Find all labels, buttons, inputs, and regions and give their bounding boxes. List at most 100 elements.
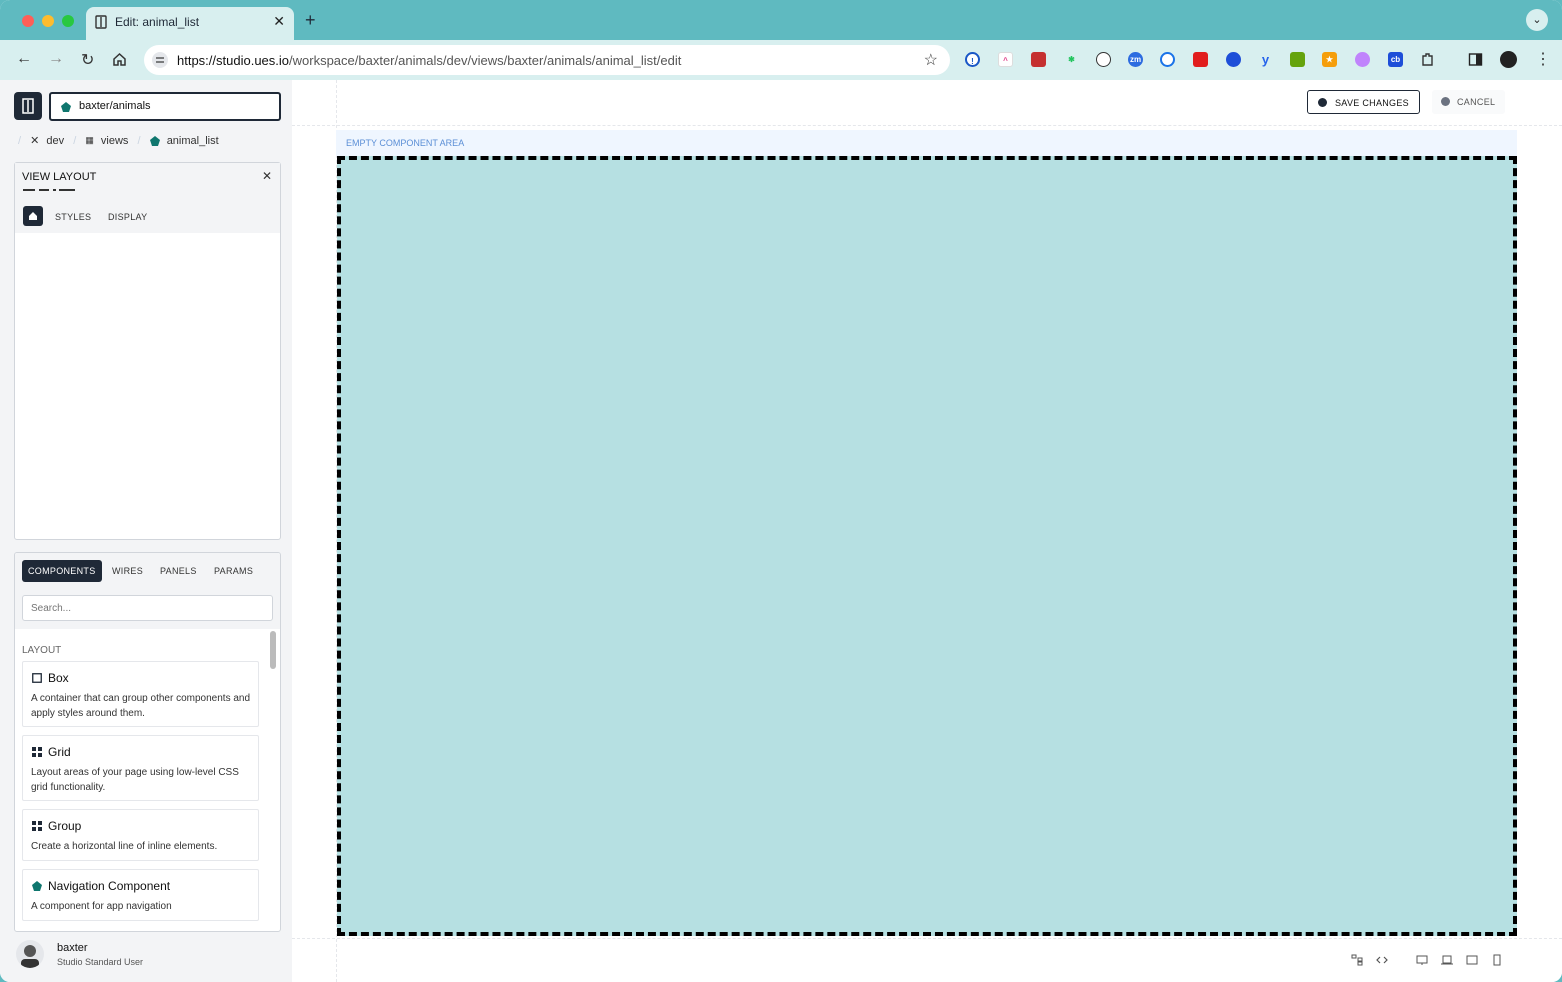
component-description: A component for app navigation: [31, 901, 172, 912]
save-changes-label: SAVE CHANGES: [1335, 98, 1409, 108]
save-changes-button[interactable]: SAVE CHANGES: [1307, 90, 1420, 114]
tab-panels[interactable]: PANELS: [160, 566, 197, 576]
ext-y-icon[interactable]: y: [1258, 52, 1273, 67]
pentagon-icon: [32, 881, 42, 891]
avatar[interactable]: [16, 940, 44, 968]
back-arrow-icon[interactable]: ←: [16, 50, 32, 68]
tablet-icon[interactable]: [1466, 954, 1478, 966]
ext-ghost-icon[interactable]: [1096, 52, 1111, 67]
browser-tab[interactable]: Edit: animal_list ✕: [86, 7, 294, 40]
reload-icon[interactable]: ↻: [81, 50, 94, 70]
tab-wires[interactable]: WIRES: [112, 566, 143, 576]
breadcrumb-views[interactable]: views: [101, 135, 129, 147]
component-search-input[interactable]: [22, 595, 273, 621]
component-area-header: EMPTY COMPONENT AREA: [336, 130, 1517, 156]
view-layout-header: VIEW LAYOUT ✕ STYLES DISPLAY: [15, 163, 280, 233]
zoom-icon[interactable]: zm: [1128, 52, 1143, 67]
bookmark-star-icon[interactable]: ☆: [924, 50, 938, 70]
close-window-button[interactable]: [22, 15, 34, 27]
tools-icon: ✕: [30, 135, 40, 147]
component-description: Layout areas of your page using low-leve…: [31, 767, 239, 793]
breadcrumb-dev[interactable]: dev: [46, 135, 64, 147]
tab-components[interactable]: COMPONENTS: [22, 560, 102, 582]
side-panel-icon[interactable]: [1468, 52, 1483, 67]
home-icon[interactable]: [112, 52, 127, 67]
grid-icon: [32, 747, 42, 757]
components-panel-header: COMPONENTS WIRES PANELS PARAMS: [15, 553, 280, 629]
extensions-puzzle-icon[interactable]: [1420, 52, 1435, 67]
tab-params[interactable]: PARAMS: [214, 566, 253, 576]
tab-close-icon[interactable]: ✕: [273, 13, 285, 30]
workspace-selector[interactable]: baxter/animals: [49, 92, 281, 121]
grid-icon: [32, 821, 42, 831]
forward-arrow-icon[interactable]: →: [48, 50, 64, 68]
1password-icon[interactable]: !: [965, 52, 980, 67]
browser-menu-icon[interactable]: ⋮: [1535, 49, 1551, 69]
code-icon[interactable]: [1376, 954, 1388, 966]
component-drop-area[interactable]: [337, 156, 1517, 936]
clickup-icon[interactable]: ^: [998, 52, 1013, 67]
browser-toolbar: ← → ↻ https://studio.ues.io/workspace/ba…: [0, 40, 1562, 80]
component-description: A container that can group other compone…: [31, 693, 251, 719]
minimize-window-button[interactable]: [42, 15, 54, 27]
site-settings-icon[interactable]: [152, 52, 168, 68]
layout-dashes-icon: [23, 189, 75, 191]
desktop-icon[interactable]: [1416, 954, 1428, 966]
pentagon-icon: [61, 102, 71, 112]
acrobat-icon[interactable]: [1193, 52, 1208, 67]
url-host: https://studio.ues.io: [177, 53, 290, 68]
user-name: baxter: [57, 942, 88, 954]
ext-printer-icon[interactable]: [1290, 52, 1305, 67]
tab-display[interactable]: DISPLAY: [108, 212, 147, 222]
ext-star-icon[interactable]: ★: [1322, 52, 1337, 67]
components-scrollbar[interactable]: [270, 631, 276, 669]
component-name: Grid: [48, 745, 71, 759]
home-tab-button[interactable]: [23, 206, 43, 226]
grid-icon: ▦: [85, 135, 94, 145]
section-layout-label: LAYOUT: [22, 645, 62, 656]
laptop-icon[interactable]: [1441, 954, 1453, 966]
breadcrumb-animal-list[interactable]: animal_list: [167, 135, 219, 147]
cancel-circle-icon: [1441, 97, 1450, 106]
view-layout-title: VIEW LAYOUT: [22, 171, 97, 183]
maximize-window-button[interactable]: [62, 15, 74, 27]
browser-window: Edit: animal_list ✕ + ⌄ ← → ↻ https://st…: [0, 0, 1562, 982]
ues-favicon-icon: [95, 15, 107, 29]
tab-search-chevron-icon[interactable]: ⌄: [1526, 9, 1548, 31]
ext-color-icon[interactable]: [1355, 52, 1370, 67]
profile-avatar-icon[interactable]: [1500, 51, 1517, 68]
ues-logo-icon: [22, 98, 34, 114]
ext-pie-icon[interactable]: [1226, 52, 1241, 67]
mobile-icon[interactable]: [1491, 954, 1503, 966]
view-layout-panel: VIEW LAYOUT ✕ STYLES DISPLAY: [14, 162, 281, 540]
component-card-grid[interactable]: Grid Layout areas of your page using low…: [22, 735, 259, 801]
ues-logo-button[interactable]: [14, 92, 42, 120]
tab-title: Edit: animal_list: [115, 15, 200, 29]
guide-line: [292, 125, 1562, 126]
pentagon-icon: [149, 135, 160, 146]
components-panel: COMPONENTS WIRES PANELS PARAMS LAYOUT Bo…: [14, 552, 281, 932]
tab-styles[interactable]: STYLES: [55, 212, 91, 222]
component-name: Group: [48, 819, 82, 833]
component-card-box[interactable]: Box A container that can group other com…: [22, 661, 259, 727]
ext-blue-circle-icon[interactable]: [1160, 52, 1175, 67]
home-icon: [29, 212, 37, 220]
close-icon[interactable]: ✕: [262, 169, 272, 183]
new-tab-button[interactable]: +: [305, 10, 316, 31]
guide-line: [292, 938, 1562, 939]
url-text: https://studio.ues.io/workspace/baxter/a…: [177, 53, 681, 68]
address-bar[interactable]: https://studio.ues.io/workspace/baxter/a…: [144, 45, 950, 75]
ext-sparkle-icon[interactable]: ✱: [1064, 52, 1079, 67]
coinbase-icon[interactable]: cb: [1388, 52, 1403, 67]
component-card-navigation[interactable]: Navigation Component A component for app…: [22, 869, 259, 921]
empty-component-area-label: EMPTY COMPONENT AREA: [346, 138, 465, 148]
component-card-group[interactable]: Group Create a horizontal line of inline…: [22, 809, 259, 861]
breadcrumb: / ✕ dev / ▦ views / animal_list: [18, 134, 219, 148]
tree-icon[interactable]: [1351, 954, 1363, 966]
component-description: Create a horizontal line of inline eleme…: [31, 841, 218, 852]
view-canvas: SAVE CHANGES CANCEL EMPTY COMPONENT AREA: [292, 80, 1562, 982]
cancel-button[interactable]: CANCEL: [1432, 90, 1505, 114]
check-circle-icon: [1318, 98, 1327, 107]
component-name: Navigation Component: [48, 879, 171, 893]
ext-red-icon[interactable]: [1031, 52, 1046, 67]
